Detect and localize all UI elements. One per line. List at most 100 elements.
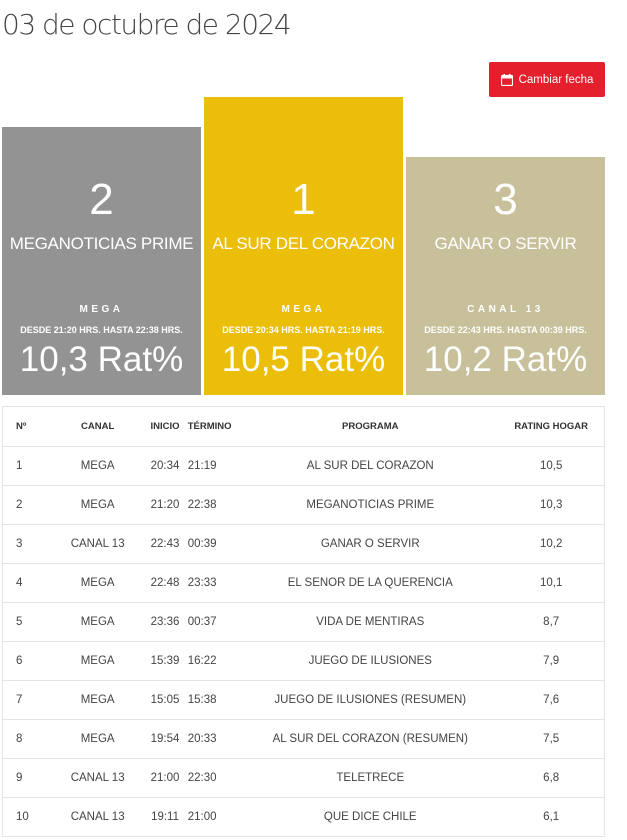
table-row: 8 MEGA 19:54 20:33 AL SUR DEL CORAZON (RESUM… [2, 719, 605, 759]
cell-number: 7 [2, 680, 51, 720]
podium-channel: MEGA [281, 304, 326, 315]
cell-start: 19:11 [144, 797, 186, 837]
cell-channel: MEGA [50, 680, 145, 720]
cell-program: MEGANOTICIAS PRIME [243, 485, 498, 525]
cell-start: 15:39 [144, 641, 186, 681]
cell-number: 4 [2, 563, 51, 603]
header-program: PROGRAMA [243, 406, 498, 447]
header-rating: RATING HOGAR [497, 406, 605, 447]
cell-program: GANAR O SERVIR [243, 524, 498, 564]
cell-channel: MEGA [50, 602, 145, 642]
podium-card-first: 1 AL SUR DEL CORAZON MEGA DESDE 20:34 HR… [204, 97, 403, 395]
table-row: 2 MEGA 21:20 22:38 MEGANOTICIAS PRIME 10,3 [2, 485, 605, 525]
cell-program: AL SUR DEL CORAZON (RESUMEN) [243, 719, 498, 759]
cell-end: 23:33 [185, 563, 244, 603]
table-row: 1 MEGA 20:34 21:19 AL SUR DEL CORAZON 10,5 [2, 446, 605, 486]
header-end: TÉRMINO [185, 406, 244, 447]
header-start: INICIO [144, 406, 186, 447]
cell-end: 15:38 [185, 680, 244, 720]
cell-channel: MEGA [50, 485, 145, 525]
cell-rating: 10,5 [497, 446, 605, 486]
change-date-label: Cambiar fecha [518, 73, 594, 86]
podium-channel: MEGA [79, 304, 124, 315]
cell-rating: 8,7 [497, 602, 605, 642]
cell-end: 21:00 [185, 797, 244, 837]
cell-channel: CANAL 13 [50, 524, 145, 564]
cell-rating: 7,5 [497, 719, 605, 759]
table-row: 6 MEGA 15:39 16:22 JUEGO DE ILUSIONES 7,9 [2, 641, 605, 681]
cell-start: 21:20 [144, 485, 186, 525]
cell-start: 23:36 [144, 602, 186, 642]
cell-end: 22:30 [185, 758, 244, 798]
cell-end: 21:19 [185, 446, 244, 486]
podium-rating: 10,3 Rat% [19, 340, 184, 379]
cell-number: 6 [2, 641, 51, 681]
podium-channel: CANAL 13 [467, 304, 544, 315]
cell-end: 22:38 [185, 485, 244, 525]
calendar-icon [500, 73, 513, 86]
cell-rating: 7,9 [497, 641, 605, 681]
header-number: Nº [2, 406, 51, 447]
cell-rating: 10,3 [497, 485, 605, 525]
cell-program: JUEGO DE ILUSIONES (RESUMEN) [243, 680, 498, 720]
cell-program: TELETRECE [243, 758, 498, 798]
cell-program: EL SENOR DE LA QUERENCIA [243, 563, 498, 603]
cell-number: 5 [2, 602, 51, 642]
cell-rating: 10,1 [497, 563, 605, 603]
cell-start: 22:43 [144, 524, 186, 564]
cell-start: 20:34 [144, 446, 186, 486]
table-row: 7 MEGA 15:05 15:38 JUEGO DE ILUSIONES (RESUM… [2, 680, 605, 720]
cell-end: 16:22 [185, 641, 244, 681]
cell-start: 21:00 [144, 758, 186, 798]
cell-channel: MEGA [50, 641, 145, 681]
ratings-table: Nº CANAL INICIO TÉRMINO PROGRAMA RATING … [2, 406, 605, 837]
table-row: 3 CANAL 13 22:43 00:39 GANAR O SERVIR 10,2 [2, 524, 605, 564]
podium-time: DESDE 21:20 HRS. HASTA 22:38 HRS. [20, 325, 183, 335]
podium-rank: 3 [493, 175, 518, 224]
cell-channel: MEGA [50, 446, 145, 486]
cell-rating: 7,6 [497, 680, 605, 720]
podium-program: GANAR O SERVIR [434, 234, 577, 253]
table-header-row: Nº CANAL INICIO TÉRMINO PROGRAMA RATING … [2, 406, 605, 447]
cell-program: AL SUR DEL CORAZON [243, 446, 498, 486]
cell-program: VIDA DE MENTIRAS [243, 602, 498, 642]
cell-rating: 6,1 [497, 797, 605, 837]
cell-number: 9 [2, 758, 51, 798]
podium-rank: 1 [291, 175, 316, 224]
cell-number: 10 [2, 797, 51, 837]
cell-end: 20:33 [185, 719, 244, 759]
cell-end: 00:37 [185, 602, 244, 642]
cell-channel: MEGA [50, 563, 145, 603]
cell-channel: CANAL 13 [50, 758, 145, 798]
podium-program: MEGANOTICIAS PRIME [9, 234, 194, 253]
table-row: 5 MEGA 23:36 00:37 VIDA DE MENTIRAS 8,7 [2, 602, 605, 642]
cell-channel: MEGA [50, 719, 145, 759]
header-channel: CANAL [50, 406, 145, 447]
cell-program: QUE DICE CHILE [243, 797, 498, 837]
podium-rank: 2 [89, 175, 114, 224]
cell-channel: CANAL 13 [50, 797, 145, 837]
podium-rating: 10,2 Rat% [423, 340, 588, 379]
cell-number: 8 [2, 719, 51, 759]
podium-card-second: 2 MEGANOTICIAS PRIME MEGA DESDE 21:20 HR… [2, 127, 201, 395]
table-row: 10 CANAL 13 19:11 21:00 QUE DICE CHILE 6,1 [2, 797, 605, 837]
cell-program: JUEGO DE ILUSIONES [243, 641, 498, 681]
cell-rating: 6,8 [497, 758, 605, 798]
table-row: 4 MEGA 22:48 23:33 EL SENOR DE LA QUERENCIA 1… [2, 563, 605, 603]
cell-rating: 10,2 [497, 524, 605, 564]
cell-start: 15:05 [144, 680, 186, 720]
change-date-button[interactable]: Cambiar fecha [489, 62, 605, 97]
podium-time: DESDE 20:34 HRS. HASTA 21:19 HRS. [222, 325, 385, 335]
cell-start: 19:54 [144, 719, 186, 759]
cell-number: 3 [2, 524, 51, 564]
cell-start: 22:48 [144, 563, 186, 603]
podium-rating: 10,5 Rat% [221, 340, 386, 379]
podium-program: AL SUR DEL CORAZON [212, 234, 395, 253]
cell-number: 1 [2, 446, 51, 486]
cell-end: 00:39 [185, 524, 244, 564]
table-row: 9 CANAL 13 21:00 22:30 TELETRECE 6,8 [2, 758, 605, 798]
cell-number: 2 [2, 485, 51, 525]
page-title: 03 de octubre de 2024 [2, 8, 292, 41]
podium-time: DESDE 22:43 HRS. HASTA 00:39 HRS. [424, 325, 587, 335]
podium-card-third: 3 GANAR O SERVIR CANAL 13 DESDE 22:43 HR… [406, 157, 605, 395]
